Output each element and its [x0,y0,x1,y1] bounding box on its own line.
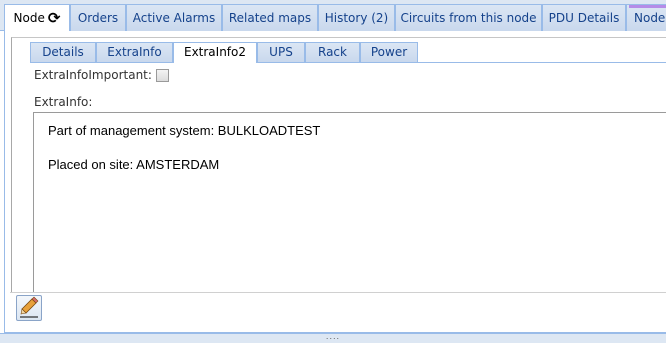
tab-label: Circuits from this node [400,11,537,25]
tab-label: Node [634,11,666,25]
tab-label: Rack [318,45,347,59]
extrainfo-textarea[interactable]: Part of management system: BULKLOADTEST … [33,112,666,292]
tab-ups[interactable]: UPS [257,42,305,62]
tab-extrainfo2[interactable]: ExtraInfo2 [173,42,257,63]
extrainfo-line: Placed on site: AMSTERDAM [48,157,220,172]
extrainfo-important-checkbox[interactable] [156,69,169,82]
tab-related-maps[interactable]: Related maps [222,4,318,31]
extrainfo-line: Part of management system: BULKLOADTEST [48,123,321,138]
tab-pdu-details[interactable]: PDU Details [542,4,626,31]
tab-label: ExtraInfo2 [183,45,247,59]
refresh-icon[interactable]: ⟳ [48,5,61,31]
tab-active-alarms[interactable]: Active Alarms [126,4,222,31]
extrainfo-label: ExtraInfo: [34,95,93,109]
inner-tab-strip: Details ExtraInfo ExtraInfo2 UPS Rack Po… [30,42,666,63]
tab-rack[interactable]: Rack [305,42,360,62]
pencil-icon [20,296,39,318]
tab-node-2[interactable]: Node [626,4,666,31]
tab-label: Node [13,11,45,25]
tab-label: UPS [269,45,293,59]
tab-extrainfo[interactable]: ExtraInfo [96,42,173,62]
edit-button[interactable] [16,295,42,321]
tab-history[interactable]: History (2) [318,4,395,31]
tab-details[interactable]: Details [30,42,96,62]
tab-circuits[interactable]: Circuits from this node [395,4,542,31]
tab-label: Related maps [228,11,312,25]
bottom-toolbar [10,292,666,329]
tab-label: Orders [77,11,119,25]
outer-tab-strip: Node ⟳ Orders Active Alarms Related maps … [0,0,666,32]
tab-accent-bar [629,5,666,8]
tab-label: Active Alarms [132,11,216,25]
resize-grip[interactable]: .... [0,333,666,343]
tab-label: ExtraInfo [107,45,162,59]
tab-label: Details [42,45,84,59]
tab-label: Power [370,45,408,59]
tab-power[interactable]: Power [360,42,418,62]
tab-node[interactable]: Node ⟳ [4,4,70,32]
tab-orders[interactable]: Orders [70,4,126,31]
extrainfo-important-label: ExtraInfoImportant: [34,68,152,82]
tab-label: History (2) [324,11,389,25]
tab-label: PDU Details [548,11,620,25]
